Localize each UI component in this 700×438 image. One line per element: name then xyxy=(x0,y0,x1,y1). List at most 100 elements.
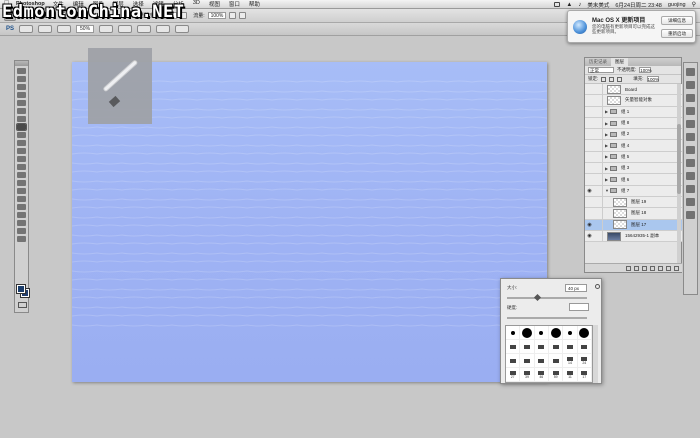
flow-field[interactable]: 100% xyxy=(207,12,227,19)
layer-row[interactable]: ◉ 15642935-1 副本 xyxy=(585,230,682,243)
brush-menu-gear-icon[interactable] xyxy=(595,284,600,289)
brush-preset[interactable] xyxy=(563,340,578,354)
brush-preset[interactable] xyxy=(506,354,521,368)
input-method-label[interactable]: 美末美式 xyxy=(587,1,609,9)
layer-row[interactable]: ▶ 组 8 xyxy=(585,117,682,130)
link-cell[interactable] xyxy=(594,84,603,95)
view-extras-button[interactable] xyxy=(57,25,72,33)
arrange-documents-button[interactable] xyxy=(156,25,171,33)
link-cell[interactable] xyxy=(594,95,603,106)
link-cell[interactable] xyxy=(594,129,603,140)
layer-row[interactable]: ▶ 组 2 xyxy=(585,129,682,141)
layer-row[interactable]: ▶ 组 4 xyxy=(585,140,682,152)
marquee-tool-icon[interactable] xyxy=(17,76,26,82)
menu-item[interactable]: 窗口 xyxy=(229,0,240,8)
brush-preset[interactable]: 14 xyxy=(563,354,578,368)
tab-history[interactable]: 历史记录 xyxy=(585,58,611,66)
layer-row[interactable]: 矢量智能对象 xyxy=(585,95,682,107)
wifi-icon[interactable]: ▲ xyxy=(566,2,572,8)
brush-hardness-slider[interactable] xyxy=(507,317,587,319)
navigator-panel-icon[interactable] xyxy=(686,211,695,219)
eraser-tool-icon[interactable] xyxy=(17,148,26,154)
rotate-view-button[interactable] xyxy=(137,25,152,33)
lock-all-icon[interactable] xyxy=(617,76,623,82)
battery-icon[interactable] xyxy=(554,2,561,7)
swatches-panel-icon[interactable] xyxy=(686,81,695,89)
brush-preset[interactable]: 27 xyxy=(506,368,521,382)
brush-preset[interactable]: 11 xyxy=(563,368,578,382)
zoom-tool-button[interactable] xyxy=(118,25,133,33)
brush-preset[interactable] xyxy=(548,354,564,368)
crop-tool-icon[interactable] xyxy=(17,100,26,106)
new-layer-icon[interactable] xyxy=(666,265,671,271)
eyedropper-tool-icon[interactable] xyxy=(17,108,26,114)
layer-row[interactable]: ▶ 组 3 xyxy=(585,163,682,175)
brush-preset[interactable] xyxy=(534,354,549,368)
adjustments-panel-icon[interactable] xyxy=(686,133,695,141)
lasso-tool-icon[interactable] xyxy=(17,84,26,90)
link-cell[interactable] xyxy=(594,230,603,242)
bridge-button[interactable] xyxy=(19,25,34,33)
brush-grid-scrollbar[interactable] xyxy=(593,325,598,383)
brush-preset[interactable]: 59 xyxy=(548,368,564,382)
layers-scrollbar[interactable] xyxy=(677,84,681,264)
tab-layers[interactable]: 图层 xyxy=(611,58,628,66)
delete-layer-icon[interactable] xyxy=(674,265,679,271)
foreground-color-swatch[interactable] xyxy=(16,284,26,294)
menu-item[interactable]: 3D xyxy=(193,0,200,8)
brush-preset[interactable] xyxy=(534,326,549,340)
channels-panel-icon[interactable] xyxy=(686,159,695,167)
link-cell[interactable] xyxy=(594,163,603,174)
type-tool-icon[interactable] xyxy=(17,188,26,194)
layer-row[interactable]: ◉ ▼ 组 7 xyxy=(585,185,682,197)
brush-size-slider-knob[interactable] xyxy=(533,293,542,302)
hand-tool-icon[interactable] xyxy=(17,228,26,234)
layer-style-icon[interactable] xyxy=(634,265,639,271)
3d-rotate-tool-icon[interactable] xyxy=(17,212,26,218)
styles-panel-icon[interactable] xyxy=(686,94,695,102)
actions-panel-icon[interactable] xyxy=(686,185,695,193)
layer-opacity-field[interactable]: 100% xyxy=(639,67,652,73)
details-button[interactable]: 详细信息 xyxy=(661,16,693,25)
adjustment-layer-icon[interactable] xyxy=(650,265,655,271)
brush-preset[interactable] xyxy=(506,340,521,354)
screen-mode-button[interactable] xyxy=(175,25,190,33)
mini-bridge-button[interactable] xyxy=(38,25,53,33)
zoom-level[interactable]: 50% xyxy=(76,25,95,33)
hand-tool-button[interactable] xyxy=(99,25,114,33)
link-cell[interactable] xyxy=(594,151,603,163)
spotlight-icon[interactable]: ⚲ xyxy=(692,1,696,8)
blur-tool-icon[interactable] xyxy=(17,164,26,170)
pen-tool-icon[interactable] xyxy=(17,180,26,186)
lock-pixels-icon[interactable] xyxy=(601,76,607,82)
layer-row[interactable]: ▶ 组 5 xyxy=(585,151,682,164)
masks-panel-icon[interactable] xyxy=(686,146,695,154)
brush-preset[interactable] xyxy=(577,340,592,354)
link-layers-icon[interactable] xyxy=(626,265,631,271)
healing-tool-icon[interactable] xyxy=(17,116,26,122)
3d-orbit-tool-icon[interactable] xyxy=(17,220,26,226)
path-select-tool-icon[interactable] xyxy=(17,196,26,202)
layer-row[interactable]: Board xyxy=(585,84,682,96)
menu-item[interactable]: 视图 xyxy=(209,0,220,8)
dodge-tool-icon[interactable] xyxy=(17,172,26,178)
gradient-tool-icon[interactable] xyxy=(17,156,26,162)
link-cell[interactable] xyxy=(594,196,603,208)
visibility-eye-icon[interactable]: ◉ xyxy=(585,233,594,239)
tools-panel-grip[interactable] xyxy=(15,61,28,66)
paths-panel-icon[interactable] xyxy=(686,172,695,180)
add-mask-icon[interactable] xyxy=(642,265,647,271)
brush-preset[interactable]: 24 xyxy=(577,354,592,368)
menu-item[interactable]: 帮助 xyxy=(249,0,260,8)
move-tool-icon[interactable] xyxy=(17,68,26,74)
layer-row[interactable]: ▶ 组 6 xyxy=(585,174,682,186)
color-panel-icon[interactable] xyxy=(686,68,695,76)
restart-button[interactable]: 重新启动 xyxy=(661,29,693,38)
layer-row[interactable]: ▶ 组 1 xyxy=(585,106,682,118)
character-panel-icon[interactable] xyxy=(686,107,695,115)
layer-row[interactable]: 图层 19 xyxy=(585,196,682,209)
user-menu[interactable]: guojing xyxy=(668,2,686,8)
brush-preset[interactable] xyxy=(577,326,592,340)
link-cell[interactable] xyxy=(594,174,603,185)
brush-preset[interactable] xyxy=(534,340,549,354)
